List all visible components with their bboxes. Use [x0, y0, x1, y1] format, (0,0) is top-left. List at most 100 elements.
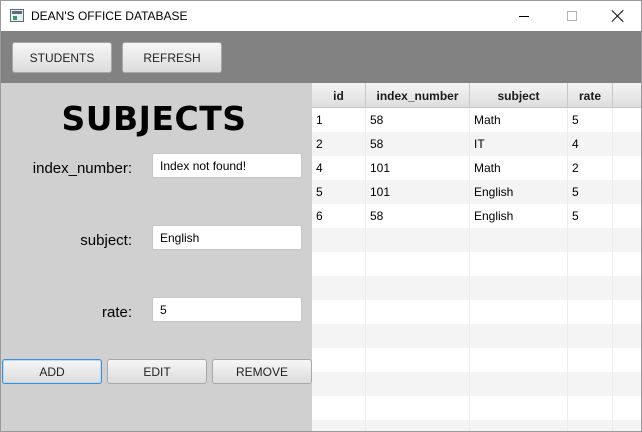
rate-field[interactable]: 5 — [152, 297, 302, 322]
table-cell: 4 — [568, 132, 613, 156]
table-cell — [470, 372, 568, 396]
table-cell: 5 — [568, 108, 613, 132]
table-cell — [613, 324, 641, 348]
table-cell: 101 — [366, 180, 470, 204]
table-cell — [312, 324, 366, 348]
table-cell: 5 — [568, 204, 613, 228]
table-cell: 1 — [312, 108, 366, 132]
table-cell — [568, 276, 613, 300]
remove-button[interactable]: REMOVE — [212, 359, 312, 384]
table-cell — [470, 228, 568, 252]
maximize-button[interactable] — [549, 1, 595, 31]
table-cell — [312, 396, 366, 420]
index-number-label: index_number: — [32, 160, 132, 177]
table-cell — [312, 300, 366, 324]
table-cell — [470, 420, 568, 431]
table-cell — [613, 204, 641, 228]
table-cell — [568, 228, 613, 252]
table-row-empty — [312, 348, 641, 372]
edit-button[interactable]: EDIT — [107, 359, 207, 384]
table-row-empty — [312, 276, 641, 300]
table-cell — [470, 396, 568, 420]
table-row-empty — [312, 324, 641, 348]
table-cell — [568, 252, 613, 276]
table-cell — [470, 300, 568, 324]
table-row[interactable]: 2 58 IT 4 — [312, 132, 641, 156]
column-header-index-number[interactable]: index_number — [366, 83, 470, 108]
table-cell — [312, 252, 366, 276]
table-cell: English — [470, 204, 568, 228]
table-row[interactable]: 4 101 Math 2 — [312, 156, 641, 180]
refresh-button[interactable]: REFRESH — [122, 42, 222, 73]
table-cell — [568, 372, 613, 396]
table-cell: Math — [470, 156, 568, 180]
table-cell — [366, 372, 470, 396]
table-cell — [568, 420, 613, 431]
table-cell — [366, 252, 470, 276]
table-cell — [568, 396, 613, 420]
table-cell — [613, 252, 641, 276]
students-button[interactable]: STUDENTS — [12, 42, 112, 73]
table-cell — [470, 348, 568, 372]
table-cell: English — [470, 180, 568, 204]
table-cell — [312, 348, 366, 372]
table-cell: 58 — [366, 108, 470, 132]
table-cell — [366, 228, 470, 252]
table-row-empty — [312, 372, 641, 396]
table-cell — [470, 276, 568, 300]
table-cell — [613, 180, 641, 204]
table-row-empty — [312, 252, 641, 276]
table-cell — [613, 420, 641, 431]
app-icon — [10, 9, 24, 22]
table-cell — [366, 276, 470, 300]
column-header-filler — [613, 83, 641, 108]
table-cell — [312, 372, 366, 396]
maximize-icon — [567, 11, 577, 21]
table-row[interactable]: 5 101 English 5 — [312, 180, 641, 204]
table-row-empty — [312, 396, 641, 420]
table-cell: 2 — [312, 132, 366, 156]
table-row-empty — [312, 420, 641, 431]
table-cell — [613, 396, 641, 420]
table-cell — [613, 108, 641, 132]
close-button[interactable] — [595, 1, 641, 31]
table-cell: 6 — [312, 204, 366, 228]
column-header-subject[interactable]: subject — [470, 83, 568, 108]
add-button[interactable]: ADD — [2, 359, 102, 384]
table-cell — [613, 300, 641, 324]
table-row-empty — [312, 300, 641, 324]
table-cell — [613, 348, 641, 372]
table-cell — [568, 324, 613, 348]
column-header-rate[interactable]: rate — [568, 83, 613, 108]
minimize-icon — [519, 15, 529, 17]
title-bar[interactable]: DEAN'S OFFICE DATABASE — [1, 1, 641, 31]
table-cell: 5 — [568, 180, 613, 204]
index-number-field[interactable]: Index not found! — [152, 153, 302, 178]
subject-field[interactable]: English — [152, 225, 302, 250]
table-row[interactable]: 6 58 English 5 — [312, 204, 641, 228]
table-cell: 4 — [312, 156, 366, 180]
table-cell: 5 — [312, 180, 366, 204]
table-cell — [366, 324, 470, 348]
table-cell — [312, 276, 366, 300]
table-cell — [613, 228, 641, 252]
window-title: DEAN'S OFFICE DATABASE — [31, 9, 188, 23]
table-cell — [366, 348, 470, 372]
app-window: DEAN'S OFFICE DATABASE STUDENTS REFRESH … — [0, 0, 642, 432]
table-cell — [366, 420, 470, 431]
column-header-id[interactable]: id — [312, 83, 366, 108]
table-cell — [613, 276, 641, 300]
rate-label: rate: — [101, 304, 132, 321]
table-cell — [568, 348, 613, 372]
subjects-table[interactable]: id index_number subject rate 1 58 Math 5 2 58… — [312, 83, 641, 431]
table-row[interactable]: 1 58 Math 5 — [312, 108, 641, 132]
table-cell: 101 — [366, 156, 470, 180]
minimize-button[interactable] — [501, 1, 547, 31]
table-cell — [366, 300, 470, 324]
table-cell — [470, 324, 568, 348]
table-cell — [613, 156, 641, 180]
table-cell: 58 — [366, 204, 470, 228]
table-header: id index_number subject rate — [312, 83, 641, 108]
page-title: SUBJECTS — [61, 99, 247, 138]
table-cell — [312, 228, 366, 252]
